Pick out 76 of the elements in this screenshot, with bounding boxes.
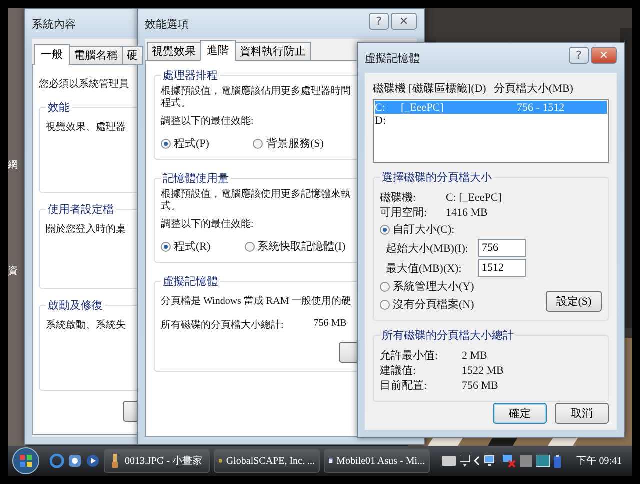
info-label: 可用空間:	[380, 206, 428, 220]
tab[interactable]: 電腦名稱	[69, 46, 123, 65]
total-value: 756 MB	[462, 380, 500, 392]
app-icon[interactable]	[68, 454, 82, 468]
radio-button[interactable]: 背景服務(S)	[253, 136, 324, 151]
group-title: 啟動及修復	[46, 298, 105, 313]
help-button[interactable]: ?	[369, 13, 389, 30]
desktop-icon-label: 資	[8, 265, 19, 278]
drive-row[interactable]: D:	[375, 114, 607, 127]
tab[interactable]: 硬	[122, 46, 143, 65]
media-player-icon[interactable]	[86, 454, 100, 468]
total-label: 允許最小值:	[380, 349, 440, 363]
size-field[interactable]: 756	[478, 239, 526, 257]
window-icon[interactable]	[460, 455, 470, 467]
group-title: 效能	[46, 100, 72, 115]
browser-icon[interactable]	[50, 454, 64, 468]
chevron-icon[interactable]	[474, 456, 480, 466]
group-description: 系統啟動、系統失	[46, 318, 126, 332]
group-description: 視覺效果、處理器	[46, 120, 126, 134]
description-text: 程式。	[161, 98, 191, 110]
group-title: 虛擬記憶體	[161, 274, 220, 289]
radio-button[interactable]: 沒有分頁檔案(N)	[380, 297, 474, 312]
close-button[interactable]: ✕	[391, 13, 417, 30]
group-title: 使用者設定檔	[46, 202, 116, 217]
total-label: 所有磁碟的分頁檔大小總計:	[161, 318, 284, 332]
radio-button[interactable]: 自訂大小(C):	[380, 222, 602, 237]
tab[interactable]: 一般	[34, 44, 70, 65]
info-value: C: [_EeePC]	[446, 192, 503, 204]
description-text: 根據預設值，電腦應該使用更多記憶體來執	[161, 189, 351, 200]
tab[interactable]: 視覺效果	[147, 42, 201, 61]
set-button[interactable]: 設定(S)	[546, 291, 602, 312]
window-title: 虛擬記憶體	[365, 52, 420, 66]
total-label: 目前配置:	[380, 379, 428, 393]
description-text: 根據預設值，電腦應該佔用更多處理器時間	[161, 86, 351, 98]
network-error-icon[interactable]	[502, 454, 516, 468]
group-title: 處理器排程	[161, 68, 220, 83]
help-button[interactable]: ?	[569, 47, 589, 64]
group-title: 選擇磁碟的分頁檔大小	[380, 170, 494, 185]
taskbar-button[interactable]: Mobile01 Asus - Mi...	[324, 449, 430, 473]
field-label: 起始大小(MB)(I):	[386, 242, 470, 256]
prompt-text: 調整以下的最佳效能:	[161, 114, 254, 128]
info-value: 1416 MB	[446, 206, 489, 218]
description-text: 式。	[161, 201, 181, 213]
description-text: 分頁檔是 Windows 當成 RAM 一般使用的硬	[161, 294, 352, 308]
window-title: 效能選項	[145, 18, 189, 32]
group-title: 記憶體使用量	[161, 171, 231, 186]
total-value: 2 MB	[462, 350, 488, 362]
admin-note: 您必須以系統管理員	[39, 78, 129, 91]
taskbar-button[interactable]: 0013.JPG - 小畫家	[104, 449, 210, 473]
paint-brush-icon	[109, 454, 121, 468]
ok-button[interactable]: 確定	[493, 403, 547, 424]
radio-button[interactable]: 程式(R)	[161, 239, 211, 254]
field-label: 最大值(MB)(X):	[386, 262, 463, 276]
column-header: 磁碟機 [磁碟區標籤](D)	[373, 82, 488, 96]
size-field[interactable]: 1512	[478, 259, 526, 277]
radio-button[interactable]: 系統管理大小(Y)	[380, 279, 474, 294]
radio-button[interactable]: 系統快取記憶體(I)	[244, 239, 346, 254]
start-button[interactable]	[12, 447, 40, 475]
desktop-icon-label: 網	[8, 159, 19, 172]
group-title: 所有磁碟的分頁檔大小總計	[380, 328, 516, 343]
info-label: 磁碟機:	[380, 191, 418, 205]
window-title: 系統內容	[32, 18, 76, 32]
tab[interactable]: 進階	[200, 40, 236, 61]
total-value: 756 MB	[314, 318, 347, 329]
tab[interactable]: 資料執行防止	[235, 42, 311, 61]
radio-button[interactable]: 程式(P)	[161, 136, 210, 151]
clock: 下午 09:41	[576, 455, 622, 468]
group-description: 關於您登入時的桌	[46, 222, 126, 236]
settings-button[interactable]	[123, 401, 137, 422]
battery-icon[interactable]	[554, 454, 561, 468]
column-header: 分頁檔大小(MB)	[494, 82, 574, 96]
taskbar-button[interactable]: GlobalSCAPE, Inc. ...	[214, 449, 320, 473]
total-label: 建議值:	[380, 364, 418, 378]
cancel-button[interactable]: 取消	[555, 403, 609, 424]
total-value: 1522 MB	[462, 364, 505, 376]
prompt-text: 調整以下的最佳效能:	[161, 218, 254, 231]
